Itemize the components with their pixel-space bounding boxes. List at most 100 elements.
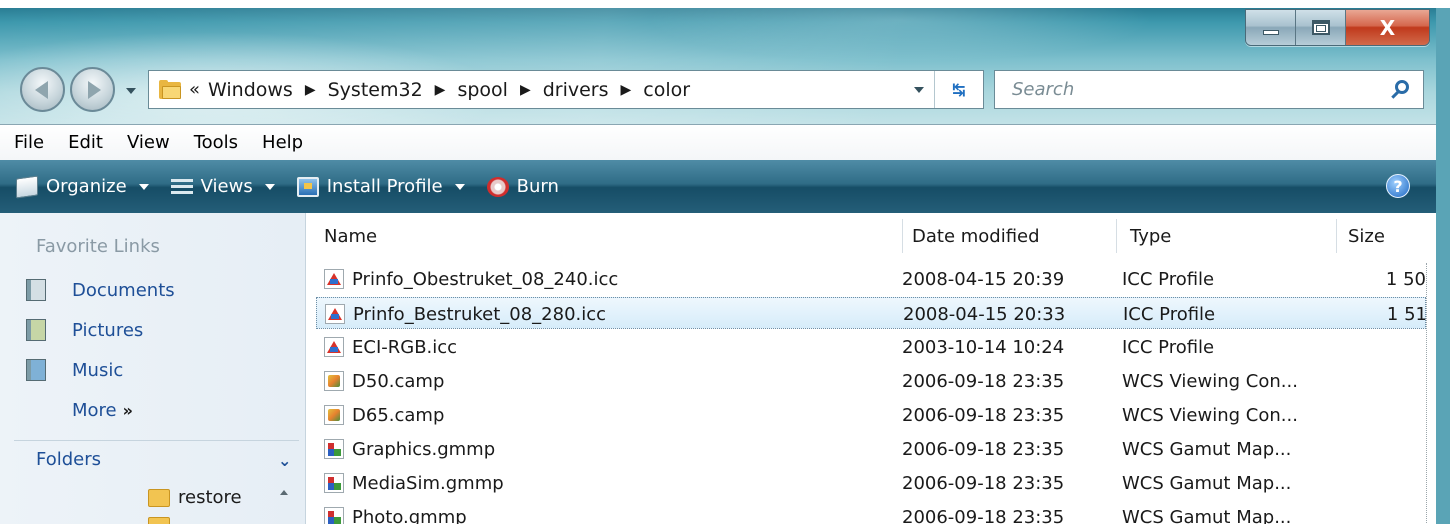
file-name-cell[interactable]: Photo.gmmp: [324, 501, 899, 524]
column-divider[interactable]: [1116, 219, 1117, 253]
install-profile-button[interactable]: Install Profile: [296, 176, 465, 197]
file-row[interactable]: ECI-RGB.icc 2003-10-14 10:24 ICC Profile: [316, 331, 1426, 363]
breadcrumb-color[interactable]: color: [643, 79, 690, 101]
menu-edit[interactable]: Edit: [68, 132, 103, 153]
file-name-cell[interactable]: ECI-RGB.icc: [324, 331, 899, 363]
minimize-button[interactable]: [1246, 10, 1296, 45]
back-button[interactable]: [20, 67, 65, 112]
favorite-link-documents[interactable]: Documents: [26, 279, 175, 301]
favorite-links-heading: Favorite Links: [36, 236, 160, 257]
date-modified-cell: 2008-04-15 20:39: [902, 268, 1065, 290]
file-name: ECI-RGB.icc: [352, 336, 458, 358]
pictures-icon: [26, 319, 46, 341]
date-modified-cell: 2003-10-14 10:24: [902, 336, 1065, 358]
breadcrumb-separator-icon[interactable]: ▶: [621, 82, 632, 98]
disc-icon: [486, 176, 509, 197]
breadcrumb-drivers[interactable]: drivers: [543, 79, 609, 101]
search-icon[interactable]: [1389, 79, 1411, 101]
breadcrumb: « Windows ▶ System32 ▶ spool ▶ drivers ▶…: [189, 79, 690, 101]
file-name-cell[interactable]: Prinfo_Obestruket_08_240.icc: [324, 263, 899, 295]
size-cell: [1374, 501, 1426, 524]
documents-icon: [26, 279, 46, 301]
type-cell: WCS Gamut Map...: [1122, 472, 1292, 494]
folders-heading[interactable]: Folders: [36, 449, 101, 470]
forward-arrow-icon: [87, 80, 101, 99]
file-name: Prinfo_Bestruket_08_280.icc: [353, 303, 607, 325]
refresh-button[interactable]: ↹: [935, 71, 983, 108]
size-cell: 1 51: [1386, 303, 1427, 325]
menu-help[interactable]: Help: [262, 132, 303, 153]
scroll-up-icon[interactable]: [280, 490, 288, 495]
favorite-link-label: Documents: [72, 279, 175, 301]
favorite-link-pictures[interactable]: Pictures: [26, 319, 143, 341]
date-modified-cell: 2006-09-18 23:35: [902, 370, 1065, 392]
address-bar[interactable]: « Windows ▶ System32 ▶ spool ▶ drivers ▶…: [148, 70, 984, 109]
date-modified-cell: 2006-09-18 23:35: [902, 472, 1065, 494]
recent-pages-button[interactable]: [122, 80, 140, 102]
type-cell: WCS Gamut Map...: [1122, 438, 1292, 460]
favorite-link-label: Music: [72, 359, 124, 381]
window-border: [1436, 8, 1450, 524]
file-row[interactable]: Prinfo_Obestruket_08_240.icc 2008-04-15 2…: [316, 263, 1426, 295]
size-cell: [1374, 365, 1426, 397]
file-row[interactable]: Photo.gmmp 2006-09-18 23:35 WCS Gamut Map.…: [316, 501, 1426, 524]
file-name-cell[interactable]: Graphics.gmmp: [324, 433, 899, 465]
folder-icon: [148, 488, 170, 507]
breadcrumb-windows[interactable]: Windows: [208, 79, 293, 101]
breadcrumb-separator-icon[interactable]: ▶: [520, 82, 531, 98]
type-cell: ICC Profile: [1122, 336, 1215, 358]
icc-profile-icon: [324, 269, 344, 289]
column-header-date-modified[interactable]: Date modified: [912, 213, 1040, 259]
column-header-name[interactable]: Name: [324, 213, 377, 259]
viewing-conditions-icon: [324, 405, 344, 425]
column-header-size[interactable]: Size: [1348, 213, 1385, 259]
date-modified-cell: 2006-09-18 23:35: [902, 404, 1065, 426]
breadcrumb-separator-icon[interactable]: ▶: [435, 82, 446, 98]
file-name-cell[interactable]: MediaSim.gmmp: [324, 467, 899, 499]
file-name-cell[interactable]: D50.camp: [324, 365, 899, 397]
command-bar: Organize Views Install Profile Burn ?: [0, 160, 1436, 213]
file-row[interactable]: MediaSim.gmmp 2006-09-18 23:35 WCS Gamut M…: [316, 467, 1426, 499]
file-name: MediaSim.gmmp: [352, 472, 504, 494]
close-button[interactable]: X: [1346, 10, 1429, 45]
burn-button[interactable]: Burn: [486, 176, 559, 197]
type-cell: ICC Profile: [1122, 268, 1215, 290]
monitor-icon: [296, 176, 319, 197]
chevron-down-icon[interactable]: ⌄: [278, 451, 291, 470]
search-placeholder[interactable]: Search: [1012, 79, 1389, 100]
folder-tree-item[interactable]: restore: [148, 487, 242, 508]
views-button[interactable]: Views: [170, 176, 275, 197]
file-row[interactable]: D50.camp 2006-09-18 23:35 WCS Viewing Con.…: [316, 365, 1426, 397]
organize-button[interactable]: Organize: [16, 174, 149, 199]
forward-button[interactable]: [70, 67, 115, 112]
breadcrumb-system32[interactable]: System32: [328, 79, 423, 101]
file-name-cell[interactable]: Prinfo_Bestruket_08_280.icc: [325, 298, 900, 330]
type-cell: WCS Gamut Map...: [1122, 506, 1292, 524]
help-icon[interactable]: ?: [1386, 174, 1410, 198]
column-header-type[interactable]: Type: [1130, 213, 1171, 259]
file-row[interactable]: Graphics.gmmp 2006-09-18 23:35 WCS Gamut M…: [316, 433, 1426, 465]
folder-icon: [148, 517, 170, 524]
file-name-cell[interactable]: D65.camp: [324, 399, 899, 431]
maximize-button[interactable]: [1296, 10, 1346, 45]
menu-view[interactable]: View: [127, 132, 170, 153]
menu-tools[interactable]: Tools: [194, 132, 238, 153]
date-modified-cell: 2006-09-18 23:35: [902, 506, 1065, 524]
address-dropdown-button[interactable]: [909, 80, 929, 100]
favorite-link-music[interactable]: Music: [26, 359, 123, 381]
more-link[interactable]: More »: [72, 400, 133, 421]
favorite-link-label: Pictures: [72, 319, 144, 341]
breadcrumb-separator-icon[interactable]: ▶: [305, 82, 316, 98]
breadcrumb-overflow[interactable]: «: [189, 79, 200, 100]
size-cell: [1374, 399, 1426, 431]
file-name: D65.camp: [352, 404, 445, 426]
breadcrumb-spool[interactable]: spool: [457, 79, 508, 101]
gamut-map-icon: [324, 507, 344, 524]
file-row[interactable]: Prinfo_Bestruket_08_280.icc 2008-04-15 20…: [316, 297, 1427, 330]
install-profile-label: Install Profile: [326, 176, 443, 197]
column-divider[interactable]: [902, 219, 903, 253]
search-input[interactable]: Search: [994, 70, 1424, 109]
file-row[interactable]: D65.camp 2006-09-18 23:35 WCS Viewing Con.…: [316, 399, 1426, 431]
menu-file[interactable]: File: [14, 132, 44, 153]
column-divider[interactable]: [1336, 219, 1337, 253]
